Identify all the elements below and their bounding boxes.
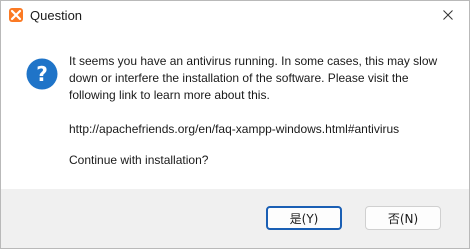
title-bar[interactable]: Question xyxy=(1,1,469,31)
no-button[interactable]: 否(N) xyxy=(365,206,441,230)
button-bar: 是(Y) 否(N) xyxy=(1,189,469,248)
question-icon: ? xyxy=(26,58,58,90)
question-dialog: Question ? It seems you have an antiviru… xyxy=(0,0,470,249)
svg-text:?: ? xyxy=(36,62,48,86)
close-button[interactable] xyxy=(431,3,465,27)
message-line: It seems you have an antivirus running. … xyxy=(69,54,438,68)
dialog-content: ? It seems you have an antivirus running… xyxy=(1,31,469,189)
xampp-logo-icon xyxy=(9,8,23,22)
message-text: It seems you have an antivirus running. … xyxy=(69,53,461,104)
yes-button[interactable]: 是(Y) xyxy=(266,206,342,230)
antivirus-faq-url: http://apachefriends.org/en/faq-xampp-wi… xyxy=(69,122,400,136)
close-icon xyxy=(443,10,453,20)
message-line: down or interfere the installation of th… xyxy=(69,71,409,85)
window-title: Question xyxy=(30,8,83,23)
continue-prompt: Continue with installation? xyxy=(69,153,209,167)
message-line: following link to learn more about this. xyxy=(69,88,270,102)
